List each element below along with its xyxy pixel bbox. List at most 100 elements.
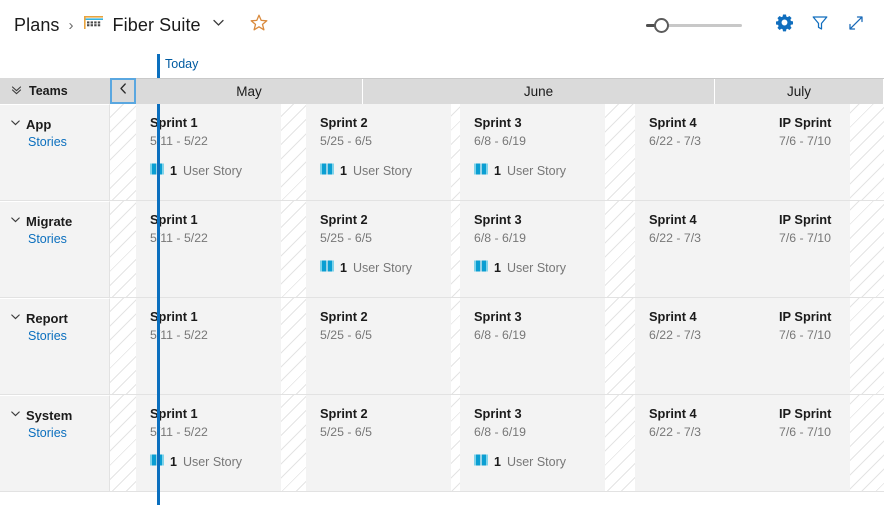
team-row-label-app: App Stories — [0, 104, 110, 200]
work-item-type-label: User Story — [506, 455, 566, 469]
sprint-dates: 6/8 - 6/19 — [474, 328, 526, 342]
user-story-book-icon — [320, 259, 334, 277]
user-story-book-icon — [320, 162, 334, 180]
sprint-cell[interactable]: IP Sprint 7/6 - 7/10 — [765, 104, 850, 200]
work-item-summary[interactable]: 1 User Story — [150, 162, 281, 180]
team-row-timeline-lane: Sprint 1 5/11 - 5/22 Sprint 2 5/25 - 6/5 Spr… — [110, 298, 884, 394]
work-item-type-label: User Story — [506, 164, 566, 178]
sprint-cell[interactable]: IP Sprint 7/6 - 7/10 — [765, 298, 850, 394]
fullscreen-button[interactable] — [840, 10, 872, 40]
sprint-dates: 7/6 - 7/10 — [779, 425, 831, 439]
sprint-cell[interactable]: Sprint 3 6/8 - 6/19 1 User Story — [460, 395, 605, 491]
sprint-cell[interactable]: Sprint 2 5/25 - 6/5 — [306, 298, 451, 394]
month-header-may: May — [136, 79, 363, 104]
work-item-summary[interactable]: 1 User Story — [320, 259, 451, 277]
today-label: Today — [165, 57, 199, 71]
funnel-icon — [810, 13, 830, 38]
today-marker-top — [157, 54, 160, 78]
sprint-cell[interactable]: Sprint 1 5/11 - 5/22 — [136, 298, 281, 394]
stories-link[interactable]: Stories — [28, 232, 109, 246]
team-row-timeline-lane: Sprint 1 5/11 - 5/22 1 User Story Sprint 2 5/… — [110, 395, 884, 491]
month-header-june: June — [363, 79, 715, 104]
work-item-type-label: User Story — [506, 261, 566, 275]
sprint-name: Sprint 2 — [320, 309, 368, 324]
stories-link[interactable]: Stories — [28, 329, 109, 343]
sprint-dates: 6/8 - 6/19 — [474, 231, 526, 245]
today-marker-line-tail — [157, 492, 160, 505]
sprint-name: Sprint 1 — [150, 115, 198, 130]
collapse-left-button[interactable] — [110, 78, 136, 104]
work-item-summary[interactable]: 1 User Story — [474, 162, 605, 180]
work-item-summary[interactable]: 1 User Story — [150, 453, 281, 471]
work-item-type-label: User Story — [352, 164, 412, 178]
user-story-book-icon — [474, 162, 488, 180]
today-band — [0, 52, 884, 78]
sprint-cell[interactable]: Sprint 2 5/25 - 6/5 1 User Story — [306, 104, 451, 200]
sprint-name: Sprint 3 — [474, 309, 522, 324]
stories-link[interactable]: Stories — [28, 426, 109, 440]
sprint-dates: 6/22 - 7/3 — [649, 328, 701, 342]
expand-arrows-icon — [846, 13, 866, 38]
chevron-down-icon[interactable] — [10, 212, 21, 230]
filter-button[interactable] — [804, 10, 836, 40]
work-item-summary[interactable]: 1 User Story — [474, 259, 605, 277]
plan-grid-body: App Stories Sprint 1 5/11 - 5/22 1 User Story… — [0, 104, 884, 505]
sprint-cell[interactable]: Sprint 1 5/11 - 5/22 1 User Story — [136, 395, 281, 491]
slider-thumb[interactable] — [654, 18, 669, 33]
stories-link[interactable]: Stories — [28, 135, 109, 149]
teams-column-header[interactable]: Teams — [0, 78, 110, 104]
sprint-name: Sprint 1 — [150, 406, 198, 421]
sprint-cell[interactable]: IP Sprint 7/6 - 7/10 — [765, 395, 850, 491]
sprint-cell[interactable]: Sprint 4 6/22 - 7/3 — [635, 104, 765, 200]
team-row: Report Stories Sprint 1 5/11 - 5/22 Sprint 2… — [0, 298, 884, 395]
team-row: App Stories Sprint 1 5/11 - 5/22 1 User Story… — [0, 104, 884, 201]
work-item-count: 1 — [494, 261, 501, 275]
team-row-label-system: System Stories — [0, 395, 110, 491]
team-row-label-migrate: Migrate Stories — [0, 201, 110, 297]
sprint-name: IP Sprint — [779, 212, 832, 227]
chevron-down-icon[interactable] — [10, 309, 21, 327]
sprint-cell[interactable]: Sprint 3 6/8 - 6/19 1 User Story — [460, 201, 605, 297]
sprint-name: Sprint 4 — [649, 115, 697, 130]
sprint-cell[interactable]: Sprint 2 5/25 - 6/5 — [306, 395, 451, 491]
sprint-cell[interactable]: Sprint 3 6/8 - 6/19 — [460, 298, 605, 394]
work-item-summary[interactable]: 1 User Story — [320, 162, 451, 180]
work-item-summary[interactable]: 1 User Story — [474, 453, 605, 471]
sprint-name: Sprint 4 — [649, 309, 697, 324]
chevron-down-icon[interactable] — [211, 15, 226, 35]
sprint-cell[interactable]: Sprint 1 5/11 - 5/22 1 User Story — [136, 104, 281, 200]
sprint-dates: 6/8 - 6/19 — [474, 134, 526, 148]
work-item-count: 1 — [340, 164, 347, 178]
sprint-cell[interactable]: Sprint 3 6/8 - 6/19 1 User Story — [460, 104, 605, 200]
sprint-cell[interactable]: Sprint 4 6/22 - 7/3 — [635, 201, 765, 297]
sprint-name: Sprint 3 — [474, 406, 522, 421]
favorite-star-icon[interactable] — [248, 12, 270, 39]
chevron-down-icon[interactable] — [10, 406, 21, 424]
breadcrumb: Plans › Fiber Suite — [14, 8, 270, 42]
zoom-slider[interactable] — [646, 10, 742, 40]
double-chevron-down-icon[interactable] — [11, 82, 22, 100]
sprint-cell[interactable]: IP Sprint 7/6 - 7/10 — [765, 201, 850, 297]
sprint-dates: 5/11 - 5/22 — [150, 328, 208, 342]
sprint-cell[interactable]: Sprint 4 6/22 - 7/3 — [635, 298, 765, 394]
settings-button[interactable] — [768, 10, 800, 40]
work-item-type-label: User Story — [182, 164, 242, 178]
sprint-cell[interactable]: Sprint 4 6/22 - 7/3 — [635, 395, 765, 491]
user-story-book-icon — [150, 453, 164, 471]
breadcrumb-plans-link[interactable]: Plans — [14, 15, 60, 36]
user-story-book-icon — [150, 162, 164, 180]
sprint-name: Sprint 1 — [150, 212, 198, 227]
work-item-type-label: User Story — [352, 261, 412, 275]
sprint-dates: 5/25 - 6/5 — [320, 134, 372, 148]
chevron-down-icon[interactable] — [10, 115, 21, 133]
team-name: App — [26, 116, 52, 132]
sprint-dates: 5/25 - 6/5 — [320, 231, 372, 245]
team-row: Migrate Stories Sprint 1 5/11 - 5/22 Sprint … — [0, 201, 884, 298]
sprint-cell[interactable]: Sprint 1 5/11 - 5/22 — [136, 201, 281, 297]
sprint-cell[interactable]: Sprint 2 5/25 - 6/5 1 User Story — [306, 201, 451, 297]
work-item-count: 1 — [340, 261, 347, 275]
sprint-name: Sprint 1 — [150, 309, 198, 324]
sprint-name: IP Sprint — [779, 309, 832, 324]
team-row-label-report: Report Stories — [0, 298, 110, 394]
team-row-timeline-lane: Sprint 1 5/11 - 5/22 Sprint 2 5/25 - 6/5 1 Us… — [110, 201, 884, 297]
